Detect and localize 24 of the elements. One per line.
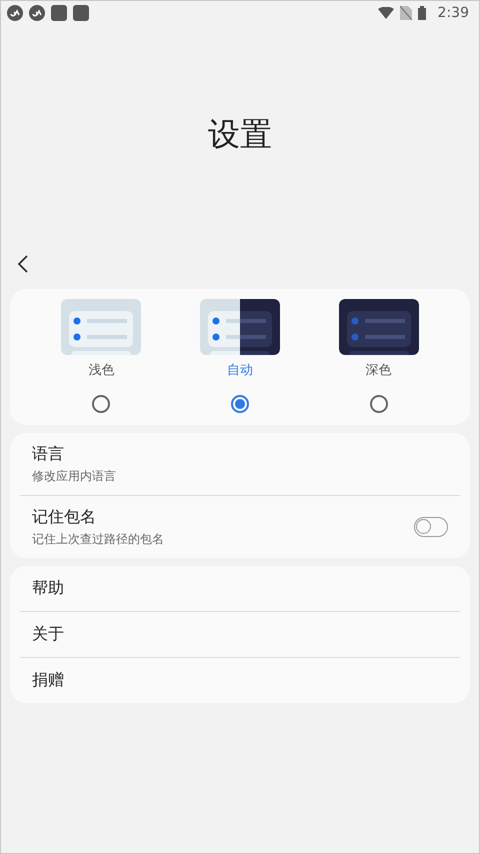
theme-label: 自动 — [226, 362, 253, 379]
notification-square-icon — [51, 5, 67, 21]
menu-item[interactable]: 关于 — [32, 624, 64, 645]
setting-subtitle: 记住上次查过路径的包名 — [32, 530, 165, 548]
notification-square-icon — [73, 5, 89, 21]
no-sim-icon — [400, 6, 412, 20]
page-title: 设置 — [208, 114, 272, 155]
menu-item[interactable]: 捐赠 — [32, 670, 64, 691]
theme-label: 浅色 — [88, 362, 114, 379]
radio-button[interactable] — [92, 395, 110, 413]
status-time: 2:39 — [438, 5, 469, 21]
radio-button[interactable] — [230, 395, 249, 413]
toggle-switch[interactable] — [414, 517, 448, 537]
menu-item[interactable]: 帮助 — [32, 578, 64, 599]
theme-label: 深色 — [366, 362, 392, 379]
setting-title[interactable]: 语言 — [32, 444, 448, 464]
radio-button[interactable] — [370, 395, 388, 413]
setting-title[interactable]: 记住包名 — [32, 506, 414, 528]
theme-preview-icon[interactable] — [200, 299, 280, 355]
wifi-icon — [378, 7, 394, 19]
setting-subtitle: 修改应用内语言 — [32, 468, 117, 484]
app-notification-icon — [7, 5, 23, 21]
app-notification-icon — [29, 5, 45, 21]
battery-icon — [418, 6, 426, 20]
